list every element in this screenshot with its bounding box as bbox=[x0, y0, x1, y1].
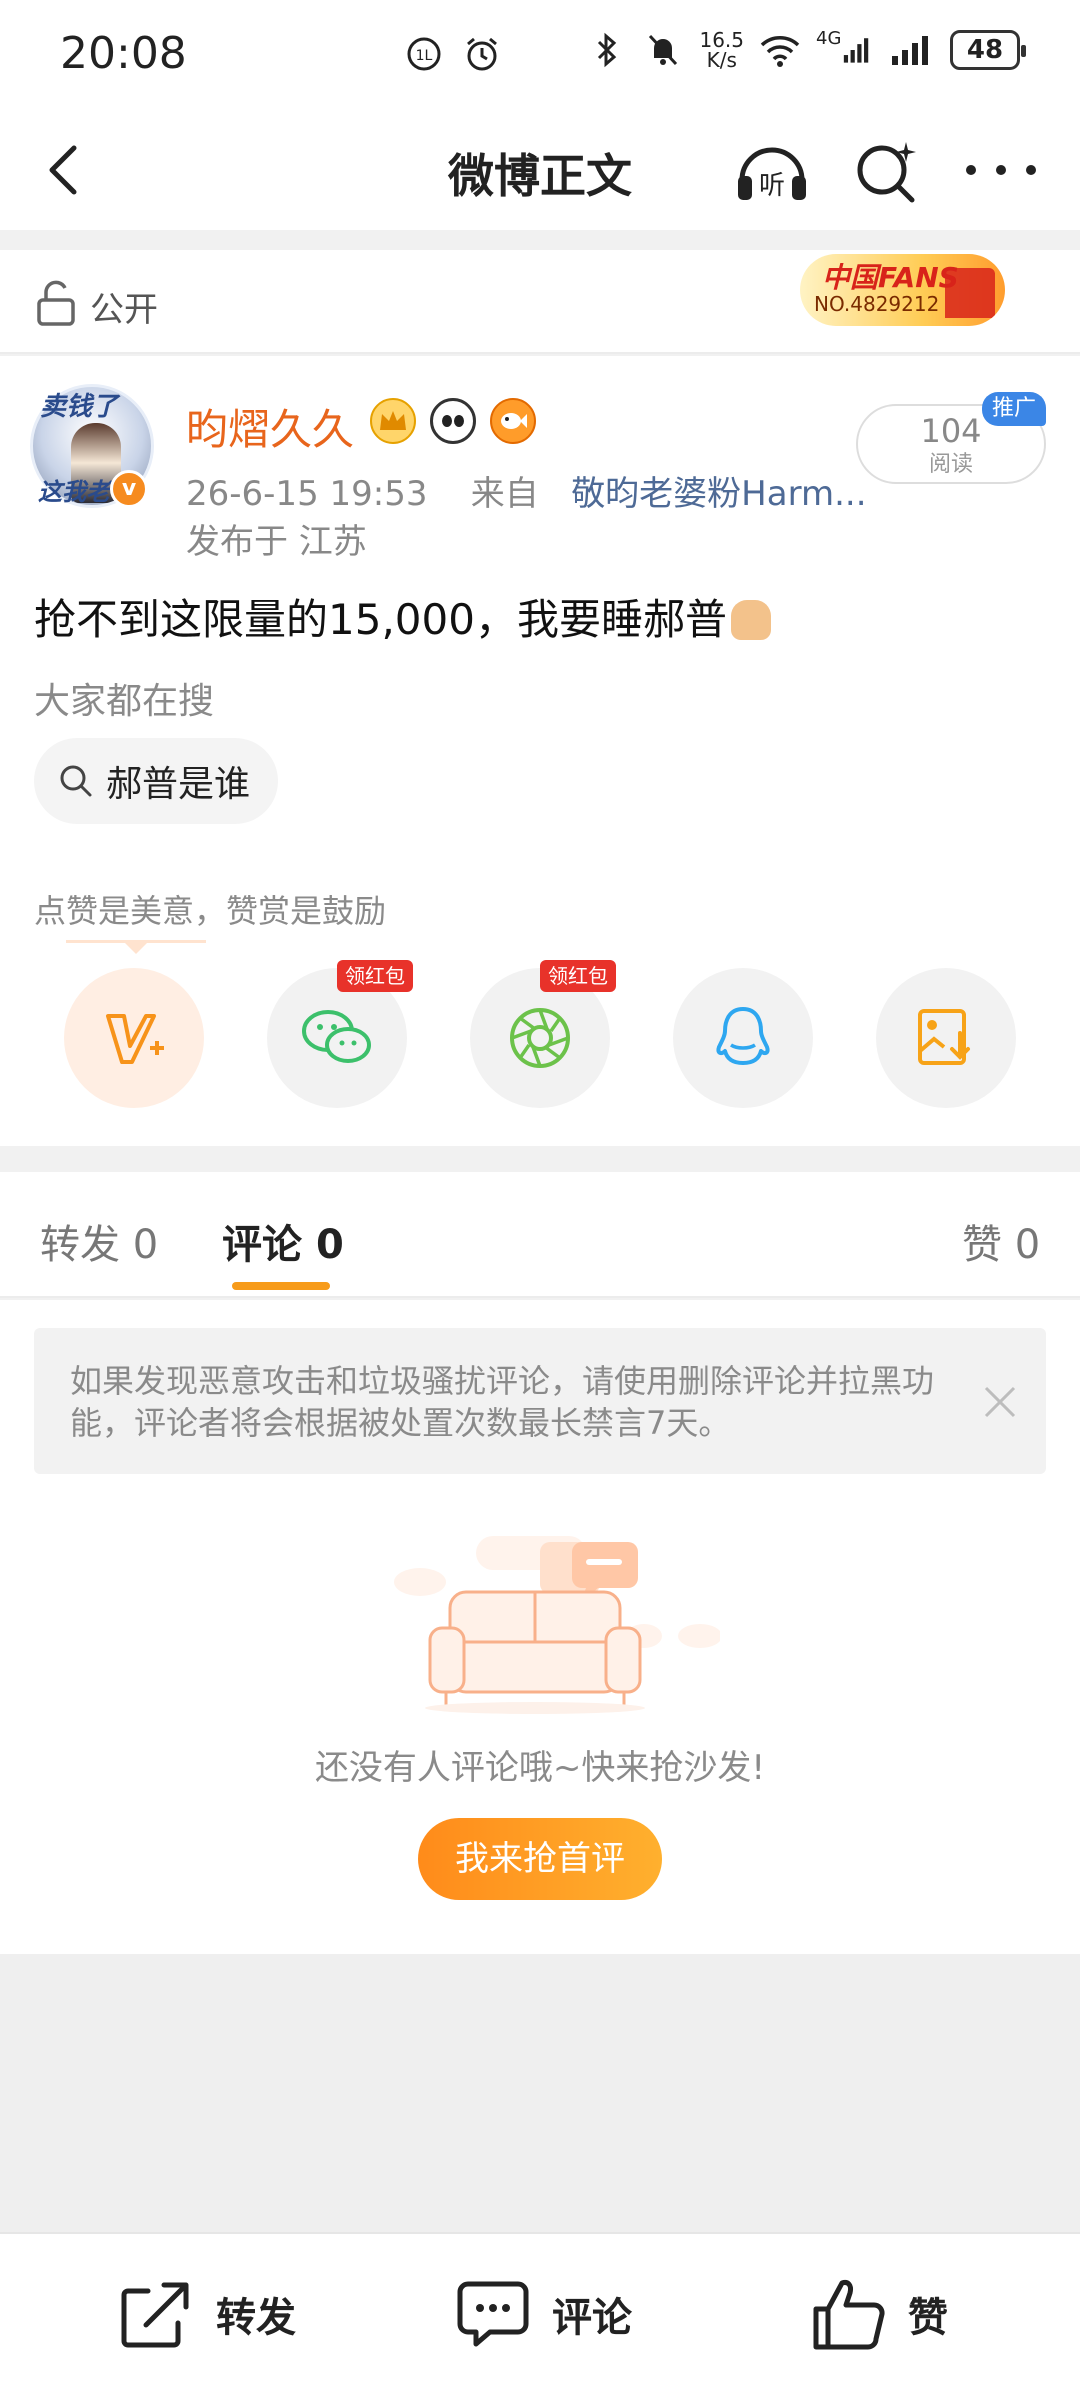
listen-icon[interactable]: 听 bbox=[732, 136, 812, 206]
avatar-caption-bottom: 这我老 bbox=[38, 478, 110, 506]
comment-label: 评论 bbox=[552, 2295, 632, 2341]
tab-like[interactable]: 赞 0 bbox=[962, 1212, 1040, 1270]
status-right-icons: 16.5 K/s 4G 48 bbox=[587, 28, 1026, 72]
reward-button[interactable] bbox=[64, 968, 204, 1108]
first-comment-button[interactable]: 我来抢首评 bbox=[418, 1818, 662, 1900]
tab-repost-count: 0 bbox=[132, 1222, 159, 1268]
close-icon[interactable] bbox=[980, 1382, 1020, 1422]
active-tab-indicator bbox=[232, 1282, 330, 1290]
tab-comment[interactable]: 评论 0 bbox=[222, 1212, 344, 1270]
bluetooth-icon bbox=[587, 28, 627, 72]
comment-icon bbox=[457, 2281, 529, 2347]
wechat-share-button[interactable]: 领红包 bbox=[267, 960, 413, 1108]
tip-caret bbox=[124, 942, 148, 954]
post-text: 抢不到这限量的15,000，我要睡郝普 bbox=[34, 586, 771, 647]
status-bar: 20:08 1L 16.5 K/s 4G 48 bbox=[0, 0, 1080, 110]
bottom-action-bar: 转发 评论 赞 bbox=[0, 2232, 1080, 2387]
fans-badge-number: NO.4829212 bbox=[814, 292, 940, 316]
read-label: 阅读 bbox=[928, 452, 973, 477]
crown-badge-icon[interactable] bbox=[370, 398, 416, 444]
repost-button[interactable]: 转发 bbox=[118, 2274, 296, 2354]
like-label: 赞 bbox=[908, 2295, 948, 2341]
save-image-icon bbox=[918, 1009, 970, 1065]
post-timestamp: 26-6-15 19:53 bbox=[186, 474, 428, 514]
fish-badge-icon[interactable] bbox=[490, 398, 536, 444]
interaction-tabs: 转发 0 评论 0 赞 0 bbox=[0, 1172, 1080, 1298]
post-card: 卖钱了 这我老 v 昀熠久久 26-6-15 19:53 来自 敬昀老婆粉Har… bbox=[0, 356, 1080, 1146]
blank-area bbox=[0, 1954, 1080, 2232]
network-type: 4G bbox=[816, 28, 842, 49]
svg-text:听: 听 bbox=[759, 171, 785, 201]
trending-search-text: 郝普是谁 bbox=[106, 764, 251, 805]
section-gap bbox=[0, 1146, 1080, 1172]
wifi-icon bbox=[760, 28, 800, 72]
red-packet-badge: 领红包 bbox=[337, 960, 413, 992]
post-location: 发布于 江苏 bbox=[186, 522, 367, 562]
tab-like-count: 0 bbox=[1014, 1222, 1041, 1268]
avatar-caption-top: 卖钱了 bbox=[40, 392, 119, 422]
repost-icon bbox=[121, 2282, 189, 2348]
empty-comments-text: 还没有人评论哦~快来抢沙发! bbox=[314, 1748, 766, 1788]
post-source-link[interactable]: 敬昀老婆粉Harm... bbox=[571, 474, 866, 514]
visibility-label: 公开 bbox=[90, 290, 158, 330]
like-button[interactable]: 赞 bbox=[812, 2274, 948, 2354]
repost-label: 转发 bbox=[216, 2295, 296, 2341]
moments-icon bbox=[510, 1008, 570, 1068]
red-packet-badge: 领红包 bbox=[540, 960, 616, 992]
status-mid-icons: 1L bbox=[404, 32, 502, 76]
qq-share-button[interactable] bbox=[673, 968, 813, 1108]
trending-search-chip[interactable]: 郝普是谁 bbox=[34, 738, 279, 824]
tab-repost-label: 转发 bbox=[40, 1222, 120, 1268]
panda-badge-icon[interactable] bbox=[430, 398, 476, 444]
source-prefix: 来自 bbox=[470, 474, 539, 514]
fans-badge[interactable]: 中国FANS NO.4829212 bbox=[800, 254, 1005, 326]
search-icon[interactable] bbox=[852, 136, 922, 206]
qq-icon bbox=[716, 1007, 770, 1065]
unlock-icon bbox=[36, 280, 76, 326]
share-row: 领红包 领红包 bbox=[64, 960, 1024, 1118]
data-saver-icon: 1L bbox=[404, 32, 444, 76]
like-tip: 点赞是美意，赞赏是鼓励 bbox=[34, 892, 387, 930]
empty-sofa-illustration bbox=[390, 1532, 722, 1722]
signal-icon bbox=[888, 28, 934, 72]
trending-label: 大家都在搜 bbox=[34, 681, 215, 722]
alarm-icon bbox=[462, 32, 502, 76]
username[interactable]: 昀熠久久 bbox=[186, 396, 354, 457]
net-speed-value: 16.5 bbox=[699, 28, 744, 52]
fans-badge-title: 中国FANS bbox=[822, 261, 959, 294]
battery-indicator: 48 bbox=[950, 30, 1026, 70]
net-speed: 16.5 K/s bbox=[699, 30, 744, 70]
verified-badge-icon: v bbox=[110, 470, 148, 508]
post-text-content: 抢不到这限量的15,000，我要睡郝普 bbox=[34, 595, 727, 644]
net-speed-unit: K/s bbox=[706, 48, 737, 72]
tab-repost[interactable]: 转发 0 bbox=[40, 1212, 158, 1270]
signal-4g-icon: 4G bbox=[816, 28, 872, 72]
user-badges bbox=[370, 398, 536, 444]
more-icon[interactable] bbox=[966, 150, 1036, 190]
thumbs-up-icon bbox=[813, 2280, 885, 2350]
status-time: 20:08 bbox=[60, 28, 187, 79]
moments-share-button[interactable]: 领红包 bbox=[470, 960, 616, 1108]
mute-icon bbox=[643, 28, 683, 72]
v-plus-icon bbox=[106, 1014, 164, 1064]
praying-hands-icon bbox=[730, 600, 771, 640]
post-meta: 26-6-15 19:53 来自 敬昀老婆粉Harm... bbox=[186, 466, 867, 515]
section-gap bbox=[0, 230, 1080, 250]
svg-text:1L: 1L bbox=[416, 48, 433, 64]
tab-like-label: 赞 bbox=[962, 1222, 1002, 1268]
comments-section: 如果发现恶意攻击和垃圾骚扰评论，请使用删除评论并拉黑功能，评论者将会根据被处置次… bbox=[0, 1300, 1080, 1954]
comment-notice: 如果发现恶意攻击和垃圾骚扰评论，请使用删除评论并拉黑功能，评论者将会根据被处置次… bbox=[34, 1328, 1046, 1474]
tab-comment-count: 0 bbox=[315, 1222, 344, 1268]
title-bar: 微博正文 听 bbox=[0, 110, 1080, 230]
save-image-button[interactable] bbox=[876, 968, 1016, 1108]
comment-button[interactable]: 评论 bbox=[456, 2274, 632, 2354]
tab-comment-label: 评论 bbox=[222, 1222, 302, 1268]
comment-notice-text: 如果发现恶意攻击和垃圾骚扰评论，请使用删除评论并拉黑功能，评论者将会根据被处置次… bbox=[70, 1362, 935, 1442]
wechat-icon bbox=[302, 1010, 371, 1063]
promote-tag[interactable]: 推广 bbox=[982, 392, 1047, 426]
search-icon bbox=[60, 765, 92, 797]
